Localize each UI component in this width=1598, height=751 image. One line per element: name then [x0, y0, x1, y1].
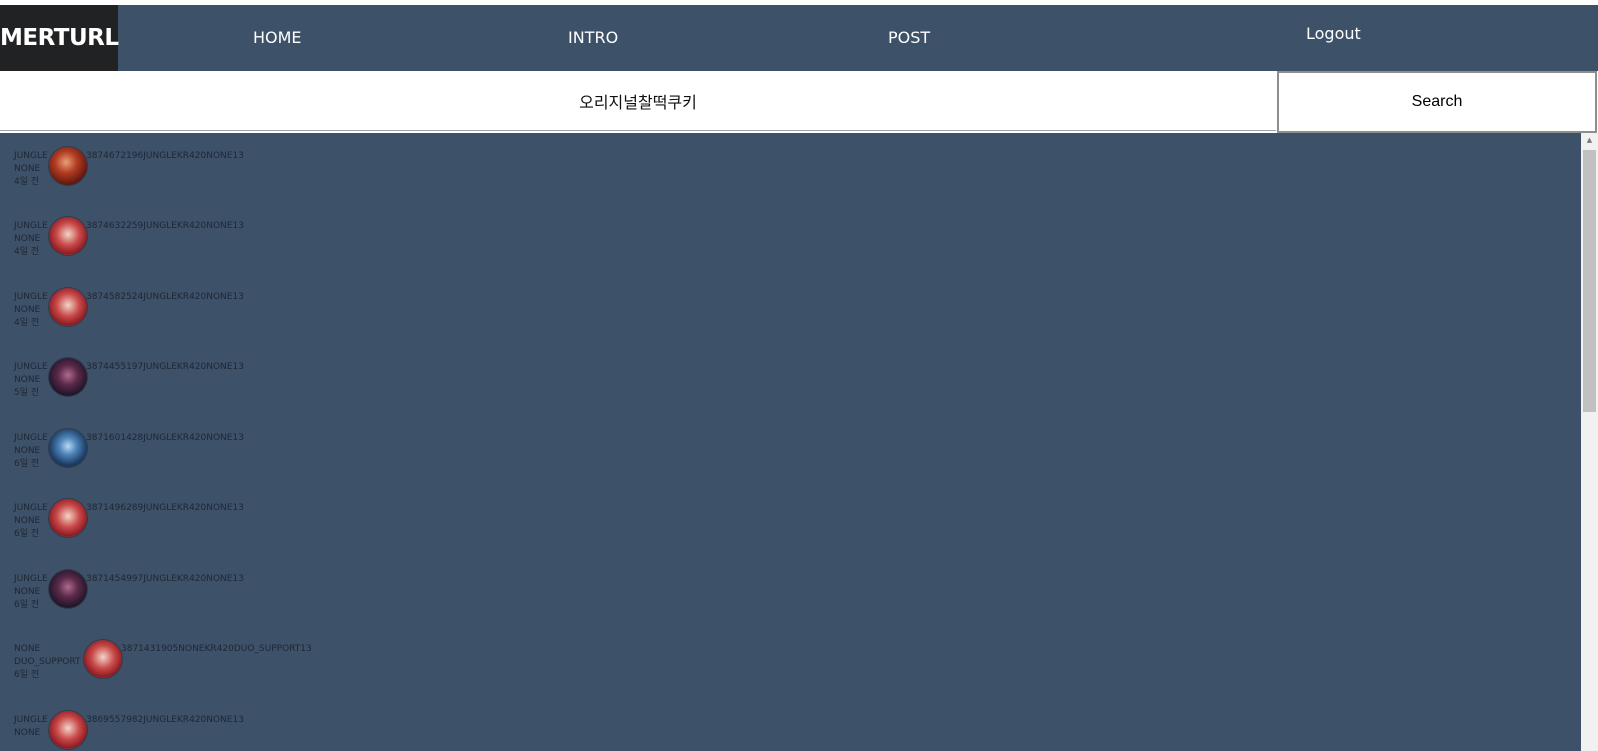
- match-meta: JUNGLE NONE 4일 전: [14, 220, 48, 259]
- champion-avatar-icon: [49, 711, 87, 749]
- match-sub-role: NONE: [14, 516, 41, 526]
- match-detail: 3874672196JUNGLEKR420NONE13: [86, 151, 244, 161]
- scrollbar[interactable]: ▲: [1581, 133, 1598, 751]
- match-role: JUNGLE: [14, 433, 48, 443]
- nav-home-link[interactable]: HOME: [253, 5, 302, 71]
- navbar: MERTURL HOME INTRO POST Logout: [0, 5, 1598, 71]
- match-role: JUNGLE: [14, 221, 48, 231]
- match-meta: JUNGLE NONE 6일 전: [14, 573, 48, 612]
- match-meta: JUNGLE NONE 5일 전: [14, 361, 48, 400]
- search-input[interactable]: [0, 71, 1276, 131]
- match-sub-role: NONE: [14, 446, 41, 456]
- scroll-up-arrow-icon[interactable]: ▲: [1581, 133, 1598, 147]
- champion-avatar-icon: [49, 570, 87, 608]
- match-time: 5일 전: [14, 388, 40, 398]
- match-sub-role: DUO_SUPPORT: [14, 657, 81, 667]
- match-detail: 3871496289JUNGLEKR420NONE13: [86, 503, 244, 513]
- match-sub-role: NONE: [14, 375, 41, 385]
- match-time: 4일 전: [14, 247, 40, 257]
- match-role: JUNGLE: [14, 362, 48, 372]
- match-detail: 3871454997JUNGLEKR420NONE13: [86, 574, 244, 584]
- champion-avatar-icon: [49, 217, 87, 255]
- match-time: 6일 전: [14, 459, 40, 469]
- match-detail: 3871431905NONEKR420DUO_SUPPORT13: [121, 644, 312, 654]
- nav-intro-link[interactable]: INTRO: [568, 5, 618, 71]
- match-sub-role: NONE: [14, 728, 41, 738]
- match-role: NONE: [14, 644, 41, 654]
- nav-post-link[interactable]: POST: [888, 5, 930, 71]
- match-role: JUNGLE: [14, 292, 48, 302]
- match-meta: JUNGLE NONE 6일 전: [14, 502, 48, 541]
- brand-logo[interactable]: MERTURL: [0, 5, 119, 71]
- match-detail: 3874455197JUNGLEKR420NONE13: [86, 362, 244, 372]
- champion-avatar-icon: [84, 640, 122, 678]
- match-meta: JUNGLE NONE: [14, 714, 48, 740]
- champion-avatar-icon: [49, 429, 87, 467]
- match-role: JUNGLE: [14, 503, 48, 513]
- scroll-thumb[interactable]: [1583, 150, 1596, 412]
- match-time: 4일 전: [14, 177, 40, 187]
- match-list[interactable]: JUNGLE NONE 4일 전 3874672196JUNGLEKR420NO…: [0, 133, 1581, 751]
- match-detail: 3874632259JUNGLEKR420NONE13: [86, 221, 244, 231]
- match-role: JUNGLE: [14, 574, 48, 584]
- search-button[interactable]: Search: [1277, 71, 1597, 133]
- match-role: JUNGLE: [14, 151, 48, 161]
- match-meta: JUNGLE NONE 6일 전: [14, 432, 48, 471]
- champion-avatar-icon: [49, 358, 87, 396]
- match-role: JUNGLE: [14, 715, 48, 725]
- match-sub-role: NONE: [14, 164, 41, 174]
- match-time: 6일 전: [14, 600, 40, 610]
- logout-link[interactable]: Logout: [1306, 5, 1361, 71]
- match-time: 6일 전: [14, 529, 40, 539]
- champion-avatar-icon: [49, 288, 87, 326]
- search-bar: Search: [0, 71, 1598, 134]
- match-meta: NONE DUO_SUPPORT 6일 전: [14, 643, 80, 682]
- match-sub-role: NONE: [14, 234, 41, 244]
- match-detail: 3874582524JUNGLEKR420NONE13: [86, 292, 244, 302]
- match-detail: 3871601428JUNGLEKR420NONE13: [86, 433, 244, 443]
- match-detail: 3869557982JUNGLEKR420NONE13: [86, 715, 244, 725]
- match-meta: JUNGLE NONE 4일 전: [14, 150, 48, 189]
- match-sub-role: NONE: [14, 587, 41, 597]
- champion-avatar-icon: [49, 499, 87, 537]
- match-time: 6일 전: [14, 670, 40, 680]
- match-time: 4일 전: [14, 318, 40, 328]
- match-sub-role: NONE: [14, 305, 41, 315]
- match-meta: JUNGLE NONE 4일 전: [14, 291, 48, 330]
- champion-avatar-icon: [49, 147, 87, 185]
